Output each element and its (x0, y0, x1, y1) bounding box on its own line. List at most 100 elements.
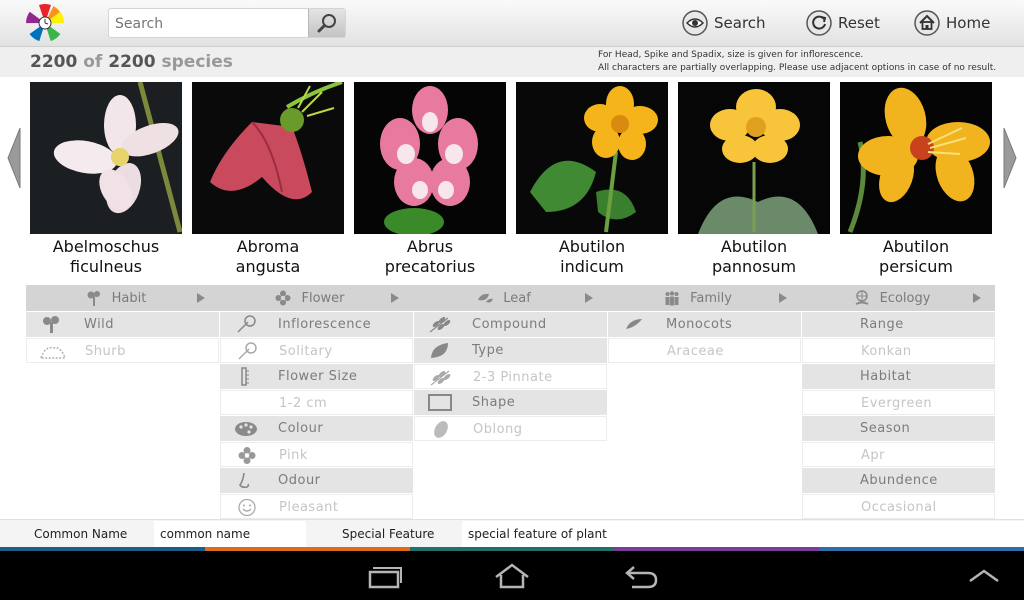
bottom-fields: Common Name Special Feature (0, 519, 1024, 548)
abundance-label: Abundence (860, 473, 938, 488)
flower-filter-size[interactable]: Flower Size (220, 364, 413, 389)
tab-ecology[interactable]: Ecology (802, 285, 982, 311)
flower-value-size[interactable]: 1-2 cm (220, 390, 413, 415)
leaf-icon (478, 293, 494, 303)
species-name: Abroma angusta (192, 237, 344, 277)
search-button[interactable] (308, 9, 345, 37)
tab-leaf[interactable]: Leaf (414, 285, 594, 311)
oblong-leaf-icon (434, 421, 448, 438)
oblong-label: Oblong (473, 422, 523, 437)
family-column: Monocots Araceae (608, 312, 801, 364)
reset-button[interactable]: Reset (806, 9, 880, 37)
ecology-expand-icon[interactable] (973, 293, 981, 303)
home-label: Home (946, 14, 991, 32)
species-card[interactable]: Abutilon indicum (516, 82, 668, 277)
species-photo (678, 82, 830, 234)
abundance-value: Occasional (861, 500, 937, 515)
compound-leaf-icon (429, 317, 451, 333)
note-inflorescence: For Head, Spike and Spadix, size is give… (598, 50, 864, 60)
flower-value-solitary[interactable]: Solitary (220, 338, 413, 363)
shown-count: 2200 (30, 52, 78, 72)
ecology-value-abundance[interactable]: Occasional (802, 494, 995, 519)
home-nav-icon[interactable] (492, 561, 532, 591)
common-name-label: Common Name (34, 527, 128, 541)
app-logo-icon[interactable] (24, 2, 66, 44)
ecology-filter-range[interactable]: Range (802, 312, 995, 337)
leaf-type-label: Type (472, 343, 504, 358)
ecology-value-range[interactable]: Konkan (802, 338, 995, 363)
araceae-label: Araceae (667, 344, 724, 359)
odour-label: Odour (278, 473, 321, 488)
tab-habit-label: Habit (111, 290, 147, 306)
leaf-value-oblong[interactable]: Oblong (414, 416, 607, 441)
flower-value-pink[interactable]: Pink (220, 442, 413, 467)
habit-shrub-label: Shurb (85, 344, 126, 359)
species-card[interactable]: Abutilon pannosum (678, 82, 830, 277)
flower-expand-icon[interactable] (391, 293, 399, 303)
special-feature-input[interactable] (462, 521, 1024, 547)
ecology-filter-season[interactable]: Season (802, 416, 995, 441)
special-feature-label: Special Feature (342, 527, 435, 541)
chevron-up-icon[interactable] (964, 561, 1004, 591)
leaf-filter-type[interactable]: Type (414, 338, 607, 363)
leaf-value-pinnate[interactable]: 2-3 Pinnate (414, 364, 607, 389)
habit-value-shrub[interactable]: Shurb (26, 338, 219, 363)
palette-icon (235, 422, 257, 436)
magnifier-icon (317, 14, 336, 33)
ecology-filter-abundance[interactable]: Abundence (802, 468, 995, 493)
species-name: Abelmoschus ficulneus (30, 237, 182, 277)
next-arrow-icon[interactable] (1002, 126, 1018, 190)
total-count: 2200 (108, 52, 156, 72)
flower-filter-colour[interactable]: Colour (220, 416, 413, 441)
leaf-filter-compound[interactable]: Compound (414, 312, 607, 337)
system-nav-bar (0, 551, 1024, 600)
flower-filter-inflorescence[interactable]: Inflorescence (220, 312, 413, 337)
ecology-value-season[interactable]: Apr (802, 442, 995, 467)
reset-label: Reset (838, 14, 880, 32)
family-filter-monocots[interactable]: Monocots (608, 312, 801, 337)
habit-wild-label: Wild (84, 317, 115, 332)
species-genus: Abutilon (558, 237, 626, 256)
species-photo (192, 82, 344, 234)
tab-flower[interactable]: Flower (220, 285, 400, 311)
home-button[interactable]: Home (914, 9, 990, 37)
species-photo (354, 82, 506, 234)
of-word: of (83, 52, 103, 72)
leaf-filter-shape[interactable]: Shape (414, 390, 607, 415)
back-nav-icon[interactable] (622, 561, 662, 591)
solitary-label: Solitary (279, 344, 333, 359)
tab-family[interactable]: Family (608, 285, 788, 311)
search-action-button[interactable]: Search (682, 9, 766, 37)
info-notes: For Head, Spike and Spadix, size is give… (598, 49, 996, 75)
species-epithet: persicum (879, 257, 953, 276)
tab-ecology-label: Ecology (879, 290, 931, 306)
species-card[interactable]: Abutilon persicum (840, 82, 992, 277)
species-card[interactable]: Abroma angusta (192, 82, 344, 277)
colour-label: Colour (278, 421, 324, 436)
search-input[interactable] (113, 13, 311, 35)
species-genus: Abutilon (882, 237, 950, 256)
flower-filter-odour[interactable]: Odour (220, 468, 413, 493)
species-card[interactable]: Abelmoschus ficulneus (30, 82, 182, 277)
family-expand-icon[interactable] (779, 293, 787, 303)
species-epithet: precatorius (384, 257, 476, 276)
common-name-input[interactable] (154, 521, 306, 547)
species-name: Abrus precatorius (354, 237, 506, 277)
prev-arrow-icon[interactable] (6, 126, 22, 190)
tab-habit[interactable]: Habit (26, 285, 206, 311)
habit-expand-icon[interactable] (197, 293, 205, 303)
leaf-expand-icon[interactable] (585, 293, 593, 303)
species-card[interactable]: Abrus precatorius (354, 82, 506, 277)
top-bar: Search Reset Home (0, 0, 1024, 47)
note-overlap: All characters are partially overlapping… (598, 63, 997, 73)
ecology-filter-habitat[interactable]: Habitat (802, 364, 995, 389)
flower-column: Inflorescence Solitary Flower Size 1-2 c… (220, 312, 413, 520)
flower-value-pleasant[interactable]: Pleasant (220, 494, 413, 519)
habit-filter-wild[interactable]: Wild (26, 312, 219, 337)
recent-apps-icon[interactable] (364, 561, 404, 591)
leaf-column: Compound Type 2-3 Pinnate Shape Oblong (414, 312, 607, 442)
inflorescence-icon (237, 315, 256, 333)
leaf-icon (431, 343, 448, 358)
family-value-araceae[interactable]: Araceae (608, 338, 801, 363)
ecology-value-habitat[interactable]: Evergreen (802, 390, 995, 415)
